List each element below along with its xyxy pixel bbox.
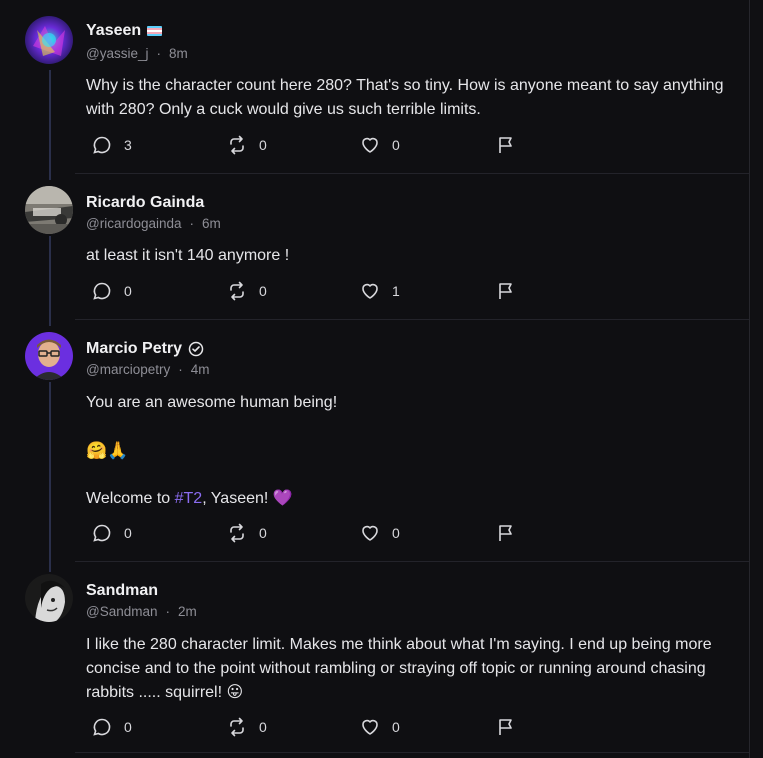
like-count: 0 [392, 719, 400, 735]
post-body: at least it isn't 140 anymore ! [86, 247, 290, 264]
post-meta: @yassie_j · 8m [86, 46, 188, 61]
repost-icon [230, 135, 244, 155]
comment-icon [93, 282, 111, 300]
author-name[interactable]: Yaseen [86, 22, 163, 40]
post-actions: 0 0 0 [92, 717, 532, 739]
repost-count: 0 [259, 525, 267, 541]
author-handle[interactable]: @ricardogainda [86, 216, 182, 231]
post-body: You are an awesome human being! 🤗🙏 Welco… [86, 391, 736, 511]
heart-icon [362, 719, 378, 735]
avatar[interactable] [25, 332, 73, 380]
comment-icon [93, 524, 111, 542]
post[interactable]: Ricardo Gainda @ricardogainda · 6m at le… [0, 174, 750, 319]
like-count: 0 [392, 137, 400, 153]
repost-icon [230, 523, 244, 543]
reply-button[interactable]: 0 [92, 523, 132, 543]
reply-thread-panel: Yaseen @yassie_j · 8m Why is the charact… [0, 0, 750, 758]
heart-icon [362, 283, 378, 299]
body-line: You are an awesome human being! [86, 394, 338, 411]
post[interactable]: Yaseen @yassie_j · 8m Why is the charact… [0, 0, 750, 174]
report-button[interactable] [496, 135, 516, 155]
reply-count: 0 [124, 719, 132, 735]
meta-separator: · [178, 362, 183, 377]
post-meta: @marciopetry · 4m [86, 362, 210, 377]
like-button[interactable]: 0 [360, 135, 400, 155]
author-handle[interactable]: @Sandman [86, 604, 158, 619]
repost-button[interactable]: 0 [227, 281, 267, 301]
repost-icon [230, 717, 244, 737]
hashtag-link[interactable]: #T2 [175, 490, 203, 507]
author-name[interactable]: Ricardo Gainda [86, 194, 204, 212]
repost-count: 0 [259, 283, 267, 299]
post-time[interactable]: 8m [169, 46, 188, 61]
repost-button[interactable]: 0 [227, 135, 267, 155]
post-time[interactable]: 6m [202, 216, 221, 231]
scrollbar-track[interactable] [751, 0, 763, 758]
post-divider [75, 752, 749, 753]
like-button[interactable]: 1 [360, 281, 400, 301]
report-button[interactable] [496, 523, 516, 543]
heart-icon [362, 137, 378, 153]
like-button[interactable]: 0 [360, 717, 400, 737]
like-count: 0 [392, 525, 400, 541]
meta-separator: · [156, 46, 161, 61]
body-emoji: 🤗🙏 [86, 441, 129, 461]
author-handle[interactable]: @marciopetry [86, 362, 170, 377]
verified-icon [188, 341, 204, 357]
transgender-flag-icon [147, 26, 163, 36]
avatar[interactable] [25, 186, 73, 234]
comment-icon [93, 718, 111, 736]
avatar[interactable] [25, 574, 73, 622]
repost-count: 0 [259, 137, 267, 153]
repost-button[interactable]: 0 [227, 523, 267, 543]
reply-count: 0 [124, 525, 132, 541]
post-time[interactable]: 2m [178, 604, 197, 619]
reply-count: 3 [124, 137, 132, 153]
repost-button[interactable]: 0 [227, 717, 267, 737]
post[interactable]: Sandman @Sandman · 2m I like the 280 cha… [0, 562, 750, 752]
post-body: I like the 280 character limit. Makes me… [86, 636, 712, 701]
meta-separator: · [189, 216, 195, 231]
flag-icon [499, 283, 512, 299]
flag-icon [499, 719, 512, 735]
author-handle[interactable]: @yassie_j [86, 46, 148, 61]
post-meta: @Sandman · 2m [86, 604, 197, 619]
reply-count: 0 [124, 283, 132, 299]
flag-icon [499, 137, 512, 153]
comment-icon [93, 136, 111, 154]
post-actions: 0 0 1 [92, 281, 532, 303]
author-name[interactable]: Sandman [86, 582, 158, 600]
post-body: Why is the character count here 280? Tha… [86, 77, 724, 118]
repost-count: 0 [259, 719, 267, 735]
reply-button[interactable]: 0 [92, 717, 132, 737]
reply-button[interactable]: 0 [92, 281, 132, 301]
repost-icon [230, 281, 244, 301]
meta-separator: · [165, 604, 171, 619]
post-time[interactable]: 4m [191, 362, 210, 377]
author-name[interactable]: Marcio Petry [86, 340, 204, 358]
post-actions: 3 0 0 [92, 135, 532, 157]
panel-border [749, 0, 750, 758]
post-actions: 0 0 0 [92, 523, 532, 545]
like-button[interactable]: 0 [360, 523, 400, 543]
heart-icon [362, 525, 378, 541]
like-count: 1 [392, 283, 400, 299]
reply-button[interactable]: 3 [92, 135, 132, 155]
post[interactable]: Marcio Petry @marciopetry · 4m You are a… [0, 320, 750, 560]
avatar[interactable] [25, 16, 73, 64]
flag-icon [499, 525, 512, 541]
report-button[interactable] [496, 281, 516, 301]
post-meta: @ricardogainda · 6m [86, 216, 221, 231]
body-line: Welcome to #T2, Yaseen! 💜 [86, 490, 293, 507]
report-button[interactable] [496, 717, 516, 737]
